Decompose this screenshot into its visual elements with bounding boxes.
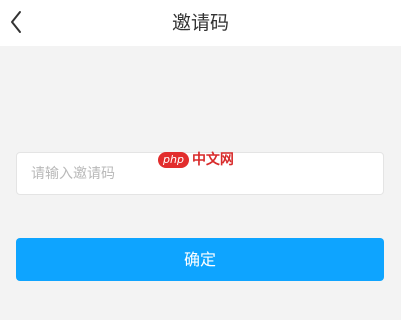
page-title: 邀请码 [171,12,229,34]
confirm-button[interactable]: 确定 [16,238,384,281]
navigation-bar: 邀请码 [0,0,401,46]
invite-code-field[interactable] [16,152,384,195]
invite-code-screen: 邀请码 php 中文网 确定 [0,0,401,320]
invite-code-input[interactable] [17,153,383,194]
